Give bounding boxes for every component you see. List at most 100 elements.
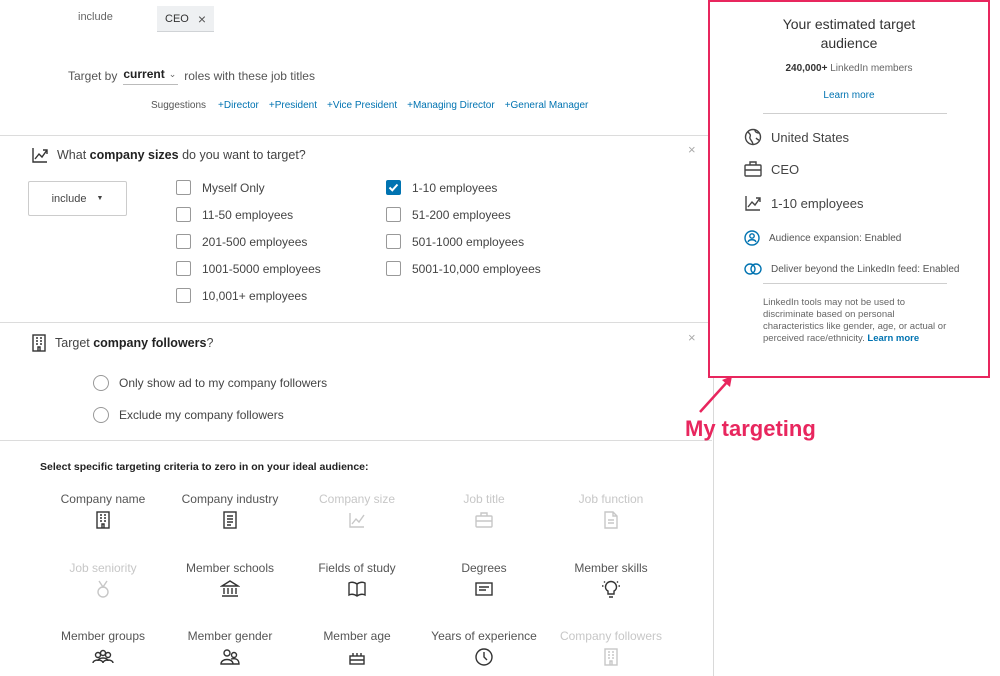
checkbox-label: Myself Only xyxy=(202,180,265,195)
checkbox[interactable] xyxy=(176,180,191,195)
audience-expansion-icon xyxy=(744,230,760,246)
criteria-fields-of-study[interactable]: Fields of study xyxy=(292,561,422,598)
criteria-label: Company size xyxy=(318,492,396,506)
policy-learn-more-link[interactable]: Learn more xyxy=(867,333,919,344)
size-option-1-10[interactable]: 1-10 employees xyxy=(386,180,497,195)
checkbox[interactable] xyxy=(386,261,401,276)
criteria-label: Member schools xyxy=(185,561,275,575)
criteria-title: Select specific targeting criteria to ze… xyxy=(40,461,369,473)
checkbox-label: 1001-5000 employees xyxy=(202,261,321,276)
criteria-job-function: Job function xyxy=(546,492,676,529)
audience-title: Your estimated target audience xyxy=(782,16,916,51)
checkbox[interactable] xyxy=(176,207,191,222)
building-icon xyxy=(32,334,46,352)
size-option-501-1000[interactable]: 501-1000 employees xyxy=(386,234,524,249)
targeting-form: include CEO × Target by current ⌄ roles … xyxy=(0,0,712,676)
close-icon[interactable]: × xyxy=(688,330,696,345)
section-divider xyxy=(0,135,712,136)
checkbox[interactable] xyxy=(176,288,191,303)
criteria-label: Job title xyxy=(463,492,505,506)
include-label: include xyxy=(78,11,113,23)
checkbox-label: 51-200 employees xyxy=(412,207,511,222)
network-icon xyxy=(744,263,762,275)
suggestion-director[interactable]: +Director xyxy=(218,100,259,111)
followers-question: Target company followers? xyxy=(55,336,214,350)
book-icon xyxy=(348,581,366,597)
audience-members: 240,000+ LinkedIn members xyxy=(785,63,913,74)
policy-note: LinkedIn tools may not be used to discri… xyxy=(763,297,953,345)
target-by-select[interactable]: current ⌄ xyxy=(123,67,179,85)
section-divider xyxy=(0,322,712,323)
criteria-label: Fields of study xyxy=(318,561,396,575)
audience-expansion: Audience expansion: Enabled xyxy=(744,230,901,246)
remove-tag-icon[interactable]: × xyxy=(198,11,206,27)
size-option-201-500[interactable]: 201-500 employees xyxy=(176,234,307,249)
include-dropdown-label: include xyxy=(51,192,87,205)
followers-option-exclude[interactable]: Exclude my company followers xyxy=(93,407,284,423)
size-option-1001-5000[interactable]: 1001-5000 employees xyxy=(176,261,321,276)
learn-more-link[interactable]: Learn more xyxy=(710,90,988,101)
criteria-label: Years of experience xyxy=(431,629,537,643)
building-icon xyxy=(604,648,618,666)
size-option-5001-10000[interactable]: 5001-10,000 employees xyxy=(386,261,541,276)
criteria-member-groups[interactable]: Member groups xyxy=(38,629,168,666)
target-by-prefix: Target by xyxy=(68,69,118,83)
suggestion-president[interactable]: +President xyxy=(269,100,317,111)
company-sizes-title: What company sizes do you want to target… xyxy=(31,146,306,164)
size-option-51-200[interactable]: 51-200 employees xyxy=(386,207,511,222)
criteria-member-skills[interactable]: Member skills xyxy=(546,561,676,598)
audience-summary-panel: Your estimated target audience 240,000+ … xyxy=(708,0,990,378)
chevron-down-icon: ⌄ xyxy=(168,68,177,79)
criteria-company-name[interactable]: Company name xyxy=(38,492,168,529)
caret-down-icon: ▼ xyxy=(96,195,104,202)
tag-label: CEO xyxy=(165,12,189,25)
criteria-member-schools[interactable]: Member schools xyxy=(165,561,295,598)
briefcase-icon xyxy=(475,512,493,528)
criteria-label: Degrees xyxy=(461,561,507,575)
radio-button[interactable] xyxy=(93,375,109,391)
criteria-label: Member groups xyxy=(60,629,146,643)
checkbox[interactable] xyxy=(386,234,401,249)
criteria-label: Member gender xyxy=(187,629,273,643)
criteria-label: Job function xyxy=(578,492,644,506)
followers-option-only[interactable]: Only show ad to my company followers xyxy=(93,375,327,391)
size-option-10001-plus[interactable]: 10,001+ employees xyxy=(176,288,307,303)
section-divider xyxy=(0,440,712,441)
chart-icon xyxy=(745,196,761,211)
suggestion-general-manager[interactable]: +General Manager xyxy=(505,100,589,111)
criteria-label: Company name xyxy=(60,492,146,506)
suggestion-vice-president[interactable]: +Vice President xyxy=(327,100,397,111)
criteria-label: Member skills xyxy=(574,561,648,575)
size-option-myself-only[interactable]: Myself Only xyxy=(176,180,265,195)
criteria-degrees[interactable]: Degrees xyxy=(419,561,549,598)
job-title-tag: CEO × xyxy=(157,6,215,32)
checkmark-icon xyxy=(388,183,399,192)
include-dropdown[interactable]: include ▼ xyxy=(28,181,127,216)
radio-button[interactable] xyxy=(93,407,109,423)
checkbox[interactable] xyxy=(386,207,401,222)
suggestion-managing-director[interactable]: +Managing Director xyxy=(407,100,495,111)
criteria-member-gender[interactable]: Member gender xyxy=(165,629,295,666)
deliver-value: Deliver beyond the LinkedIn feed: Enable… xyxy=(771,263,960,275)
target-by-suffix: roles with these job titles xyxy=(184,69,315,83)
checkbox[interactable] xyxy=(176,261,191,276)
criteria-label: Member age xyxy=(323,629,391,643)
criteria-years-of-experience[interactable]: Years of experience xyxy=(419,629,549,666)
close-icon[interactable]: × xyxy=(688,142,696,157)
audience-deliver: Deliver beyond the LinkedIn feed: Enable… xyxy=(744,261,959,277)
school-icon xyxy=(220,580,240,597)
criteria-company-followers: Company followers xyxy=(546,629,676,666)
size-option-11-50[interactable]: 11-50 employees xyxy=(176,207,293,222)
criteria-label: Company followers xyxy=(559,629,663,643)
criteria-label: Job seniority xyxy=(69,561,137,575)
chart-icon xyxy=(32,148,48,163)
company-sizes-question: What company sizes do you want to target… xyxy=(57,148,306,162)
checkbox-checked[interactable] xyxy=(386,180,401,195)
checkbox[interactable] xyxy=(176,234,191,249)
criteria-company-industry[interactable]: Company industry xyxy=(165,492,295,529)
checkbox-label: 201-500 employees xyxy=(202,234,308,249)
criteria-member-age[interactable]: Member age xyxy=(292,629,422,666)
criteria-job-title: Job title xyxy=(419,492,549,529)
briefcase-icon xyxy=(744,161,762,177)
chart-icon xyxy=(349,513,365,528)
